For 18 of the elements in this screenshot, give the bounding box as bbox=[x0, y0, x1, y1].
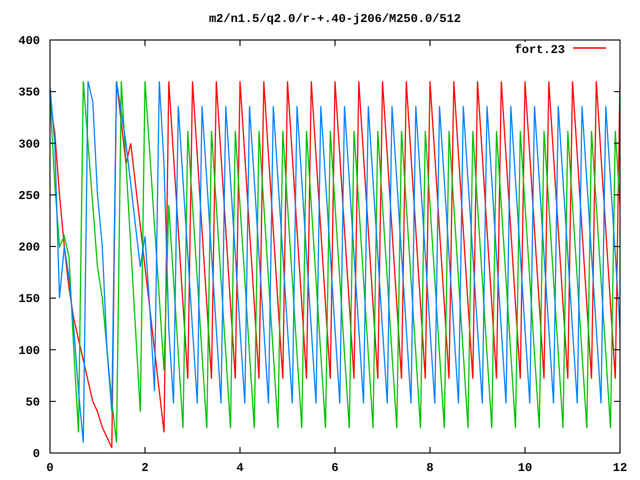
y-tick-label: 250 bbox=[18, 188, 40, 203]
plot-title: m2/n1.5/q2.0/r-+.40-j206/M250.0/512 bbox=[208, 12, 462, 26]
legend-label: fort.23 bbox=[514, 43, 565, 57]
x-tick-label: 6 bbox=[331, 461, 339, 475]
y-tick-label: 0 bbox=[32, 447, 40, 461]
y-tick-label: 100 bbox=[18, 344, 40, 358]
x-tick-label: 12 bbox=[612, 461, 628, 475]
y-tick-label: 400 bbox=[18, 34, 40, 48]
y-tick-label: 200 bbox=[18, 240, 40, 254]
x-tick-label: 10 bbox=[518, 461, 532, 475]
x-tick-label: 0 bbox=[46, 461, 54, 475]
x-tick-label: 2 bbox=[141, 461, 149, 475]
y-tick-label: 150 bbox=[18, 292, 40, 306]
y-tick-label: 350 bbox=[18, 86, 40, 100]
y-tick-label: 300 bbox=[18, 137, 40, 152]
y-tick-label: 50 bbox=[26, 395, 40, 410]
x-tick-label: 4 bbox=[236, 461, 244, 475]
x-tick-label: 8 bbox=[426, 461, 434, 475]
